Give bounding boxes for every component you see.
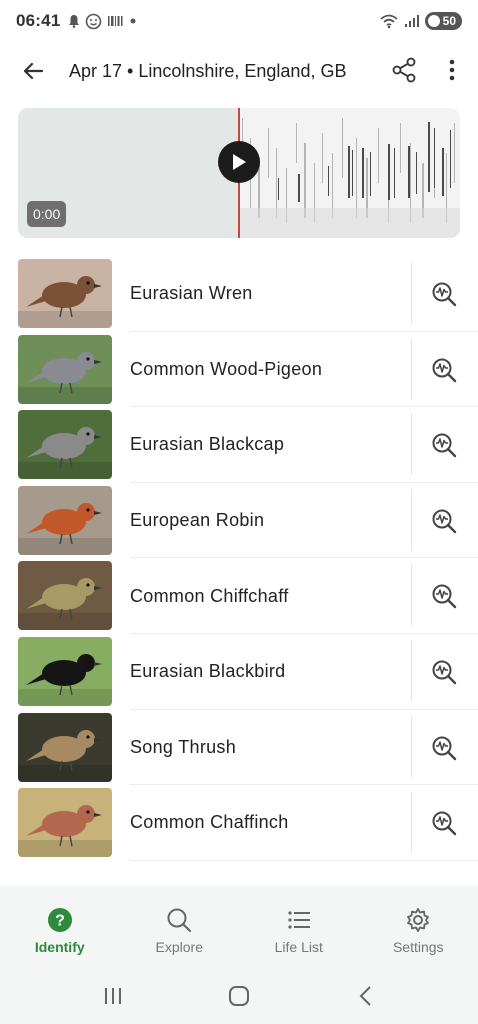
species-row[interactable]: Eurasian Blackcap — [0, 407, 478, 483]
spectrogram-waveform — [238, 108, 460, 238]
system-back-button[interactable] — [345, 976, 385, 1016]
species-name: Eurasian Blackcap — [130, 434, 285, 455]
species-name: European Robin — [130, 510, 265, 531]
species-name: Common Chaffinch — [130, 812, 289, 833]
species-thumbnail[interactable] — [18, 561, 112, 631]
page-title: Apr 17 • Lincolnshire, England, GB — [69, 60, 347, 81]
species-name: Song Thrush — [130, 736, 237, 757]
compare-sound-button[interactable] — [424, 274, 464, 314]
system-navigation-bar — [0, 968, 478, 1024]
species-name: Eurasian Blackbird — [130, 661, 286, 682]
arrow-left-icon — [23, 62, 44, 80]
more-vertical-icon — [449, 59, 455, 81]
row-divider — [411, 791, 412, 854]
row-divider — [411, 488, 412, 551]
species-row[interactable]: Common Chaffinch — [0, 785, 478, 861]
nav-identify[interactable]: ? Identify — [0, 886, 120, 968]
species-name: Eurasian Wren — [130, 283, 253, 304]
species-row[interactable]: Common Wood-Pigeon — [0, 332, 478, 408]
compare-sound-button[interactable] — [424, 350, 464, 390]
barcode-icon — [108, 16, 123, 26]
sound-search-icon — [432, 282, 457, 307]
assistant-face-icon — [86, 13, 102, 29]
search-icon — [165, 906, 193, 934]
wifi-icon — [380, 14, 398, 29]
recent-apps-button[interactable] — [93, 976, 133, 1016]
compare-sound-button[interactable] — [424, 803, 464, 843]
species-thumbnail[interactable] — [18, 334, 112, 404]
compare-sound-button[interactable] — [424, 501, 464, 541]
spectrogram[interactable]: 0:00 — [18, 108, 460, 238]
sound-search-icon — [432, 736, 457, 760]
bottom-navigation: ? Identify Explore Life List Settings — [0, 886, 478, 968]
nav-label: Identify — [34, 939, 85, 955]
sound-search-icon — [432, 358, 457, 382]
status-bar: 06:41 50 — [0, 0, 478, 42]
playback-time: 0:00 — [27, 201, 67, 227]
sound-search-icon — [432, 660, 457, 685]
row-divider — [411, 337, 412, 400]
nav-settings[interactable]: Settings — [359, 886, 478, 968]
species-row[interactable]: Song Thrush — [0, 710, 478, 786]
species-thumbnail[interactable] — [18, 259, 112, 328]
species-list: Eurasian Wren Common Wood-Pigeon Eurasia… — [0, 256, 478, 861]
battery-indicator: 50 — [424, 12, 462, 30]
help-circle-icon: ? — [46, 906, 74, 934]
species-row[interactable]: Eurasian Wren — [0, 256, 478, 332]
home-icon — [229, 986, 249, 1006]
dot-icon — [130, 18, 136, 24]
nav-label: Settings — [392, 939, 444, 955]
species-name: Common Wood-Pigeon — [130, 358, 323, 379]
compare-sound-button[interactable] — [424, 652, 464, 692]
sound-search-icon — [432, 509, 457, 533]
species-thumbnail[interactable] — [18, 485, 112, 555]
share-button[interactable] — [386, 52, 422, 88]
nav-label: Explore — [155, 939, 203, 955]
species-thumbnail[interactable] — [18, 788, 112, 858]
signal-icon — [404, 15, 419, 27]
list-icon — [285, 906, 313, 934]
play-icon — [233, 154, 246, 170]
sound-search-icon — [432, 584, 457, 609]
row-divider — [411, 564, 412, 627]
gear-icon — [404, 906, 432, 934]
row-divider — [411, 715, 412, 778]
row-divider — [411, 413, 412, 476]
nav-explore[interactable]: Explore — [120, 886, 240, 968]
species-row[interactable]: Common Chiffchaff — [0, 558, 478, 634]
bell-icon — [69, 15, 80, 28]
species-thumbnail[interactable] — [18, 712, 112, 782]
svg-text:?: ? — [55, 913, 65, 930]
row-divider — [411, 639, 412, 702]
play-button[interactable] — [218, 141, 260, 183]
compare-sound-button[interactable] — [424, 728, 464, 768]
sound-search-icon — [432, 433, 457, 458]
sound-search-icon — [432, 811, 457, 836]
nav-life-list[interactable]: Life List — [239, 886, 359, 968]
nav-label: Life List — [274, 939, 323, 955]
compare-sound-button[interactable] — [424, 576, 464, 616]
recent-apps-icon — [105, 988, 121, 1004]
back-button[interactable] — [13, 51, 53, 91]
home-button[interactable] — [219, 976, 259, 1016]
species-thumbnail[interactable] — [18, 410, 112, 480]
more-options-button[interactable] — [436, 52, 468, 88]
row-divider — [411, 262, 412, 324]
species-name: Common Chiffchaff — [130, 585, 289, 606]
species-row[interactable]: European Robin — [0, 483, 478, 559]
app-bar: Apr 17 • Lincolnshire, England, GB — [0, 46, 478, 96]
chevron-left-icon — [359, 986, 371, 1006]
compare-sound-button[interactable] — [424, 425, 464, 465]
share-icon — [392, 57, 416, 83]
species-thumbnail[interactable] — [18, 636, 112, 706]
status-time: 06:41 — [16, 11, 61, 30]
species-row[interactable]: Eurasian Blackbird — [0, 634, 478, 710]
